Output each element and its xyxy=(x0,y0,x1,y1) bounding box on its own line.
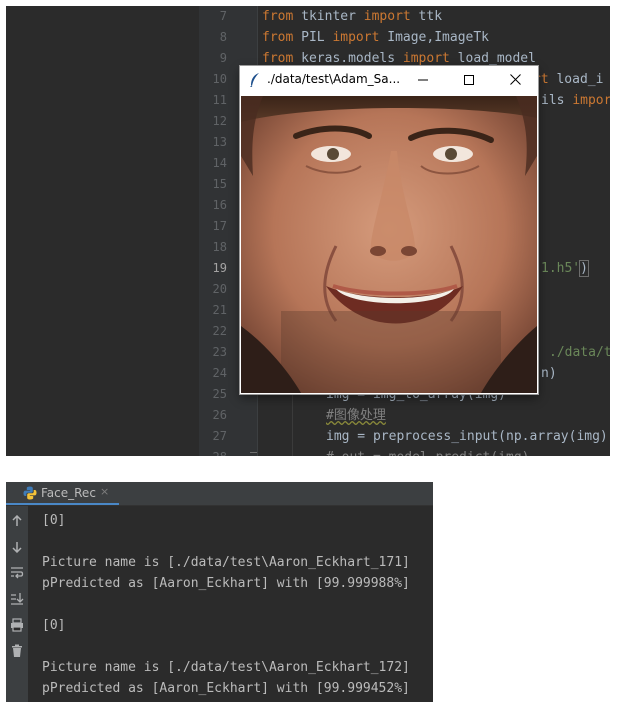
line-number: 15 xyxy=(212,177,227,191)
close-tab-icon[interactable]: × xyxy=(100,485,109,498)
code-line-fragment[interactable]: rt load_i xyxy=(533,69,603,90)
scroll-to-end-icon xyxy=(11,593,24,605)
code-line[interactable]: img = preprocess_input(np.array(img) xyxy=(326,426,608,447)
import-name: load_model xyxy=(449,51,536,66)
run-toolbar xyxy=(6,506,28,702)
scroll-up-button[interactable] xyxy=(8,512,26,530)
keyword: import xyxy=(363,9,411,24)
module-name: keras.models xyxy=(293,51,403,66)
fold-marker[interactable] xyxy=(250,452,257,456)
line-number: 13 xyxy=(212,135,227,149)
run-tab-bar: Face_Rec × xyxy=(6,482,433,506)
arrow-up-icon xyxy=(12,515,22,526)
run-panel: Face_Rec × [0] Picture name is [./data/t… xyxy=(6,482,433,702)
minimize-icon xyxy=(418,79,428,80)
code-line[interactable]: from tkinter import ttk xyxy=(262,6,442,27)
close-button[interactable] xyxy=(492,66,538,93)
minimize-button[interactable] xyxy=(400,66,446,93)
active-tab-indicator xyxy=(6,503,119,505)
scroll-down-button[interactable] xyxy=(8,538,26,556)
line-number: 24 xyxy=(212,366,227,380)
face-photo xyxy=(241,96,537,393)
keyword: from xyxy=(262,30,294,45)
code-line-fragment[interactable]: n) xyxy=(541,363,557,384)
code-line[interactable]: from PIL import Image,ImageTk xyxy=(262,27,489,48)
keyword: import xyxy=(402,51,450,66)
line-number: 14 xyxy=(212,156,227,170)
import-name: Image,ImageTk xyxy=(379,30,489,45)
line-number: 18 xyxy=(212,240,227,254)
console-line: pPredicted as [Aaron_Eckhart] with [99.9… xyxy=(42,576,410,591)
module-name: tkinter xyxy=(293,9,364,24)
code-line-fragment[interactable]: ./data/te xyxy=(549,342,610,363)
line-number: 27 xyxy=(212,429,227,443)
code-line-fragment[interactable]: 1.h5') xyxy=(541,258,589,279)
line-number: 25 xyxy=(212,387,227,401)
keyword: import xyxy=(332,30,380,45)
maximize-button[interactable] xyxy=(446,66,492,93)
comment-line[interactable]: # out = model.predict(img) xyxy=(326,447,530,456)
maximize-icon xyxy=(464,74,474,85)
line-number: 17 xyxy=(212,219,227,233)
print-icon xyxy=(11,618,23,632)
string-literal: 1.h5' xyxy=(541,261,581,276)
console-line: [0] xyxy=(42,618,66,633)
keyword: from xyxy=(262,51,294,66)
code-line-fragment[interactable]: ils impor xyxy=(541,90,610,111)
line-number: 8 xyxy=(219,30,227,44)
window-titlebar[interactable]: ./data/test\Adam_Sa... xyxy=(240,66,538,93)
code-fragment: load_i xyxy=(548,72,604,87)
soft-wrap-icon xyxy=(11,567,24,579)
console-line: Picture name is [./data/test\Aaron_Eckha… xyxy=(42,555,410,570)
line-number-current: 19 xyxy=(212,261,227,275)
import-name: ttk xyxy=(410,9,443,24)
code-fragment: ils xyxy=(541,93,573,108)
image-preview-window[interactable]: ./data/test\Adam_Sa... xyxy=(240,66,538,394)
arrow-down-icon xyxy=(12,542,22,553)
comment-line[interactable]: #图像处理 xyxy=(326,405,386,426)
string-literal: ./data/te xyxy=(549,345,610,360)
clear-console-button[interactable] xyxy=(8,642,26,660)
line-number: 23 xyxy=(212,345,227,359)
trash-icon xyxy=(12,644,22,657)
line-number: 16 xyxy=(212,198,227,212)
console-line: [0] xyxy=(42,513,66,528)
line-number: 10 xyxy=(212,72,227,86)
window-title: ./data/test\Adam_Sa... xyxy=(267,72,401,86)
line-number: 7 xyxy=(219,9,227,23)
run-tab-face-rec[interactable]: Face_Rec × xyxy=(6,482,119,505)
line-number: 26 xyxy=(212,408,227,422)
keyword: impor xyxy=(572,93,610,108)
keyword: from xyxy=(262,9,294,24)
console-output[interactable]: [0] Picture name is [./data/test\Aaron_E… xyxy=(42,510,410,699)
line-number: 21 xyxy=(212,303,227,317)
scroll-to-end-button[interactable] xyxy=(8,590,26,608)
run-tab-label: Face_Rec xyxy=(41,486,96,500)
line-number: 20 xyxy=(212,282,227,296)
code-fragment: n) xyxy=(541,366,557,381)
feather-icon xyxy=(250,73,259,87)
console-line: pPredicted as [Aaron_Eckhart] with [99.9… xyxy=(42,681,410,696)
line-number: 12 xyxy=(212,114,227,128)
paren: ) xyxy=(579,260,589,277)
line-number: 11 xyxy=(212,93,227,107)
python-icon xyxy=(23,486,37,500)
line-number: 22 xyxy=(212,324,227,338)
line-number: 9 xyxy=(219,51,227,65)
print-button[interactable] xyxy=(8,616,26,634)
soft-wrap-button[interactable] xyxy=(8,564,26,582)
line-number: 28 xyxy=(199,447,227,456)
close-icon xyxy=(509,74,521,85)
console-line: Picture name is [./data/test\Aaron_Eckha… xyxy=(42,660,410,675)
module-name: PIL xyxy=(293,30,333,45)
